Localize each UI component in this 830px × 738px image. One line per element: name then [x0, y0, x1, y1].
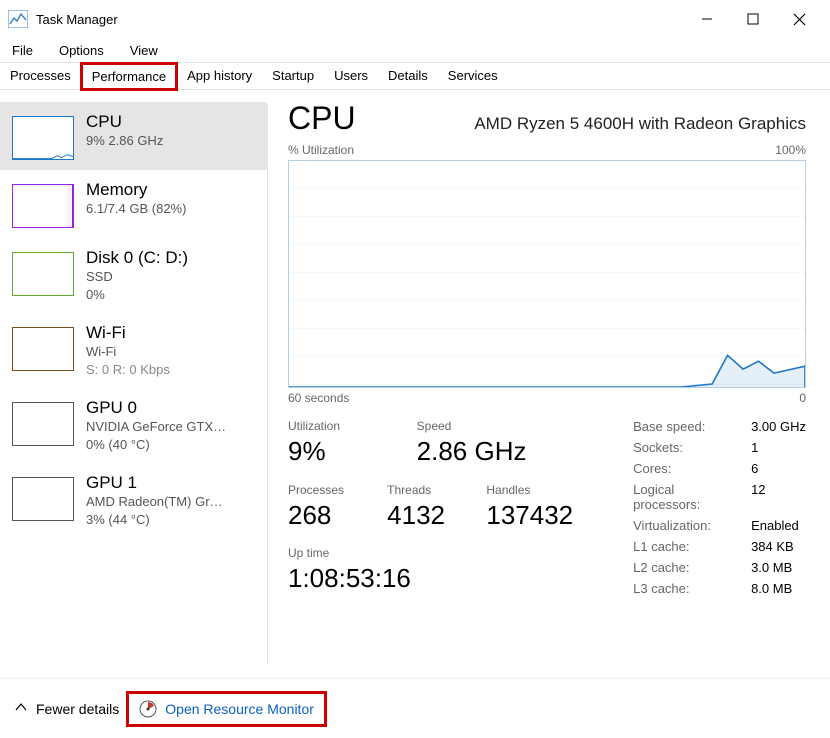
window-title: Task Manager [36, 12, 684, 27]
app-icon [8, 10, 28, 28]
menu-file[interactable]: File [6, 41, 39, 60]
menu-view[interactable]: View [124, 41, 164, 60]
sidebar-item-sub: Wi-Fi [86, 343, 170, 361]
sidebar-item-sub2: 0% (40 °C) [86, 436, 226, 454]
stat-threads: Threads 4132 [387, 483, 462, 533]
fewer-details-button[interactable]: Fewer details [14, 700, 119, 717]
minimize-button[interactable] [684, 4, 730, 34]
sidebar-item-label: CPU [86, 112, 163, 132]
menu-options[interactable]: Options [53, 41, 110, 60]
sidebar-item-sub: AMD Radeon(TM) Gr… [86, 493, 223, 511]
tab-performance[interactable]: Performance [81, 63, 177, 90]
disk-thumb [12, 252, 74, 296]
sidebar-item-sub: 6.1/7.4 GB (82%) [86, 200, 186, 218]
sidebar-item-sub2: S: 0 R: 0 Kbps [86, 361, 170, 379]
tab-users[interactable]: Users [324, 63, 378, 89]
chart-label-bottom-left: 60 seconds [288, 391, 349, 405]
title-bar: Task Manager [0, 0, 830, 38]
sidebar-item-label: Memory [86, 180, 186, 200]
chevron-up-icon [14, 700, 28, 717]
sidebar-item-gpu1[interactable]: GPU 1 AMD Radeon(TM) Gr… 3% (44 °C) [0, 463, 267, 538]
sidebar-item-memory[interactable]: Memory 6.1/7.4 GB (82%) [0, 170, 267, 238]
stats: Utilization 9% Speed 2.86 GHz Processes … [288, 419, 806, 596]
sidebar-item-label: GPU 0 [86, 398, 226, 418]
detail-pane: CPU AMD Ryzen 5 4600H with Radeon Graphi… [268, 90, 830, 678]
tab-processes[interactable]: Processes [0, 63, 81, 89]
sidebar-item-sub: SSD [86, 268, 188, 286]
stat-handles: Handles 137432 [486, 483, 573, 533]
open-resource-monitor-link[interactable]: Open Resource Monitor [129, 694, 324, 724]
sidebar-item-label: Wi-Fi [86, 323, 170, 343]
utilization-chart [288, 160, 806, 388]
tab-app-history[interactable]: App history [177, 63, 262, 89]
stat-processes: Processes 268 [288, 483, 363, 533]
chart-label-top-left: % Utilization [288, 143, 354, 157]
sidebar-item-disk0[interactable]: Disk 0 (C: D:) SSD 0% [0, 238, 267, 313]
wifi-thumb [12, 327, 74, 371]
menu-bar: File Options View [0, 38, 830, 62]
stat-uptime: Up time 1:08:53:16 [288, 546, 573, 596]
sidebar-item-sub: 9% 2.86 GHz [86, 132, 163, 150]
sidebar: CPU 9% 2.86 GHz Memory 6.1/7.4 GB (82%) … [0, 90, 267, 678]
gpu0-thumb [12, 402, 74, 446]
sidebar-item-wifi[interactable]: Wi-Fi Wi-Fi S: 0 R: 0 Kbps [0, 313, 267, 388]
tab-services[interactable]: Services [438, 63, 508, 89]
chart-label-top-right: 100% [775, 143, 806, 157]
memory-thumb [12, 184, 74, 228]
sidebar-item-sub2: 0% [86, 286, 188, 304]
stats-right: Base speed:3.00 GHz Sockets:1 Cores:6 Lo… [633, 419, 806, 596]
detail-title: CPU [288, 100, 356, 137]
footer: Fewer details Open Resource Monitor [0, 678, 830, 738]
stat-utilization: Utilization 9% [288, 419, 387, 469]
resource-monitor-icon [139, 700, 157, 718]
sidebar-item-label: GPU 1 [86, 473, 223, 493]
cpu-thumb [12, 116, 74, 160]
stat-speed: Speed 2.86 GHz [417, 419, 573, 469]
sidebar-item-label: Disk 0 (C: D:) [86, 248, 188, 268]
tab-bar: Processes Performance App history Startu… [0, 62, 830, 90]
sidebar-item-sub: NVIDIA GeForce GTX… [86, 418, 226, 436]
content: CPU 9% 2.86 GHz Memory 6.1/7.4 GB (82%) … [0, 90, 830, 678]
tab-details[interactable]: Details [378, 63, 438, 89]
detail-subtitle: AMD Ryzen 5 4600H with Radeon Graphics [474, 114, 806, 134]
close-button[interactable] [776, 4, 822, 34]
window-controls [684, 4, 822, 34]
sidebar-item-cpu[interactable]: CPU 9% 2.86 GHz [0, 102, 267, 170]
sidebar-item-gpu0[interactable]: GPU 0 NVIDIA GeForce GTX… 0% (40 °C) [0, 388, 267, 463]
chart-label-bottom-right: 0 [799, 391, 806, 405]
maximize-button[interactable] [730, 4, 776, 34]
sidebar-item-sub2: 3% (44 °C) [86, 511, 223, 529]
tab-startup[interactable]: Startup [262, 63, 324, 89]
gpu1-thumb [12, 477, 74, 521]
